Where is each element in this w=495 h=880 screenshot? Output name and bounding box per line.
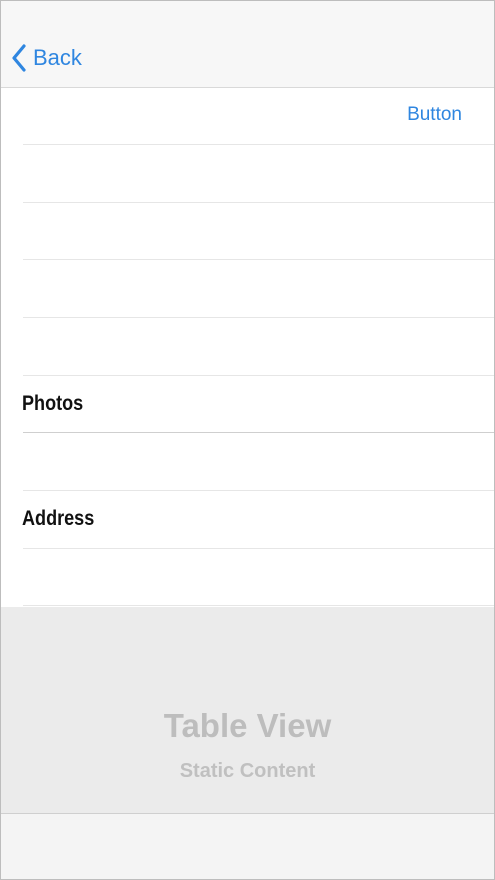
table-row[interactable]	[1, 260, 494, 318]
placeholder-subtitle: Static Content	[179, 760, 316, 782]
back-button[interactable]: Back	[11, 41, 82, 75]
chevron-left-icon	[11, 44, 27, 72]
table-row[interactable]	[1, 549, 494, 606]
table-row-button: Button	[1, 88, 494, 145]
table-row-address: Address	[1, 491, 494, 549]
address-title: Address	[22, 507, 95, 530]
placeholder-title: Table View	[163, 707, 332, 744]
table-view[interactable]: Button Photos Address	[1, 88, 494, 606]
row-button[interactable]: Button	[407, 104, 462, 126]
table-row[interactable]	[1, 145, 494, 203]
bottom-bar	[1, 814, 494, 879]
screen: Back Button Photos Address Table View St…	[0, 0, 495, 880]
table-row[interactable]	[1, 203, 494, 260]
navigation-bar: Back	[1, 1, 494, 88]
table-row-photos: Photos	[1, 376, 494, 433]
table-row[interactable]	[1, 433, 494, 491]
photos-title: Photos	[22, 392, 84, 415]
table-view-placeholder: Table View Static Content	[1, 607, 494, 814]
row-separator	[23, 605, 494, 606]
back-label: Back	[33, 45, 82, 70]
table-row[interactable]	[1, 318, 494, 376]
